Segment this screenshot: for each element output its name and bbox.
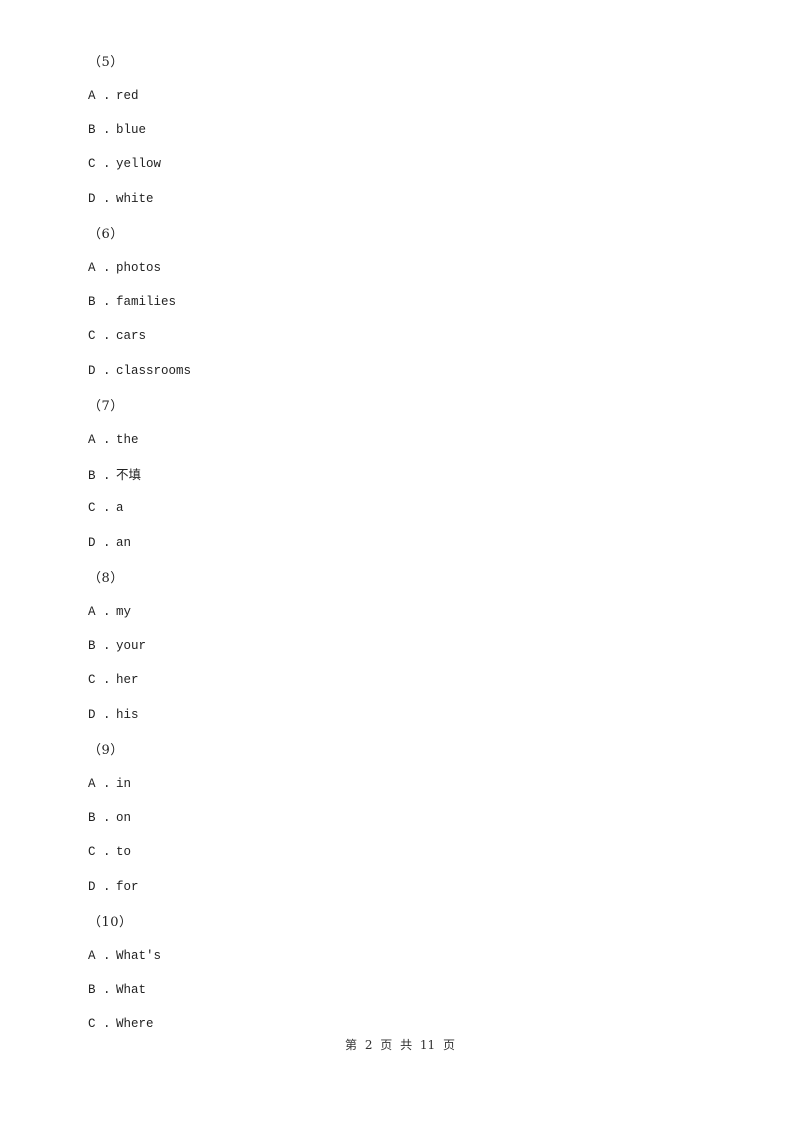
option-text: 不填 bbox=[116, 469, 142, 483]
option-item: B . families bbox=[88, 295, 176, 309]
option-item: D . an bbox=[88, 536, 131, 550]
option-letter: D . bbox=[88, 536, 111, 550]
option-text: your bbox=[116, 639, 147, 653]
option-item: C . yellow bbox=[88, 157, 161, 171]
question-label: （8） bbox=[88, 571, 124, 586]
option-letter: D . bbox=[88, 708, 111, 722]
question-label: （5） bbox=[88, 55, 124, 70]
option-letter: C . bbox=[88, 673, 111, 687]
option-letter: D . bbox=[88, 192, 111, 206]
option-item: D . white bbox=[88, 192, 154, 206]
option-item: B . 不填 bbox=[88, 464, 141, 483]
option-text: yellow bbox=[116, 157, 162, 171]
option-text: Where bbox=[116, 1017, 154, 1031]
option-item: C . cars bbox=[88, 329, 146, 343]
document-page: （5） A . red B . blue C . yellow D . white （6… bbox=[0, 0, 800, 1132]
option-letter: C . bbox=[88, 501, 111, 515]
option-item: D . for bbox=[88, 880, 139, 894]
option-item: A . red bbox=[88, 89, 139, 103]
page-footer: 第 2 页 共 11 页 bbox=[345, 1038, 455, 1052]
option-text: red bbox=[116, 89, 139, 103]
question-label: （7） bbox=[88, 399, 124, 414]
option-text: photos bbox=[116, 261, 162, 275]
option-letter: B . bbox=[88, 639, 111, 653]
option-item: A . in bbox=[88, 777, 131, 791]
option-text: to bbox=[116, 845, 132, 859]
option-item: A . my bbox=[88, 605, 131, 619]
option-item: B . What bbox=[88, 983, 146, 997]
option-letter: B . bbox=[88, 811, 111, 825]
option-text: the bbox=[116, 433, 139, 447]
option-letter: C . bbox=[88, 1017, 111, 1031]
option-text: blue bbox=[116, 123, 147, 137]
option-text: his bbox=[116, 708, 139, 722]
option-item: D . classrooms bbox=[88, 364, 191, 378]
option-text: What bbox=[116, 983, 147, 997]
option-item: B . your bbox=[88, 639, 146, 653]
option-text: white bbox=[116, 192, 154, 206]
question-label: （6） bbox=[88, 227, 124, 242]
option-item: A . the bbox=[88, 433, 139, 447]
option-item: C . to bbox=[88, 845, 131, 859]
option-item: A . What's bbox=[88, 949, 161, 963]
option-text: in bbox=[116, 777, 132, 791]
option-item: B . on bbox=[88, 811, 131, 825]
question-label: （10） bbox=[88, 915, 133, 930]
option-letter: B . bbox=[88, 983, 111, 997]
option-item: D . his bbox=[88, 708, 139, 722]
option-letter: C . bbox=[88, 157, 111, 171]
option-text: on bbox=[116, 811, 132, 825]
option-text: her bbox=[116, 673, 139, 687]
option-item: C . Where bbox=[88, 1017, 154, 1031]
option-letter: A . bbox=[88, 605, 111, 619]
option-letter: A . bbox=[88, 261, 111, 275]
option-text: an bbox=[116, 536, 132, 550]
option-item: B . blue bbox=[88, 123, 146, 137]
option-text: a bbox=[116, 501, 124, 515]
option-letter: C . bbox=[88, 329, 111, 343]
option-text: What's bbox=[116, 949, 162, 963]
option-letter: A . bbox=[88, 89, 111, 103]
option-text: cars bbox=[116, 329, 147, 343]
option-letter: D . bbox=[88, 364, 111, 378]
option-text: for bbox=[116, 880, 139, 894]
option-item: C . a bbox=[88, 501, 124, 515]
question-label: （9） bbox=[88, 743, 124, 758]
option-letter: C . bbox=[88, 845, 111, 859]
option-letter: B . bbox=[88, 469, 111, 483]
option-letter: D . bbox=[88, 880, 111, 894]
option-text: classrooms bbox=[116, 364, 192, 378]
option-letter: B . bbox=[88, 295, 111, 309]
option-text: my bbox=[116, 605, 132, 619]
option-letter: B . bbox=[88, 123, 111, 137]
option-text: families bbox=[116, 295, 177, 309]
option-letter: A . bbox=[88, 777, 111, 791]
option-item: A . photos bbox=[88, 261, 161, 275]
option-letter: A . bbox=[88, 949, 111, 963]
option-item: C . her bbox=[88, 673, 139, 687]
option-letter: A . bbox=[88, 433, 111, 447]
